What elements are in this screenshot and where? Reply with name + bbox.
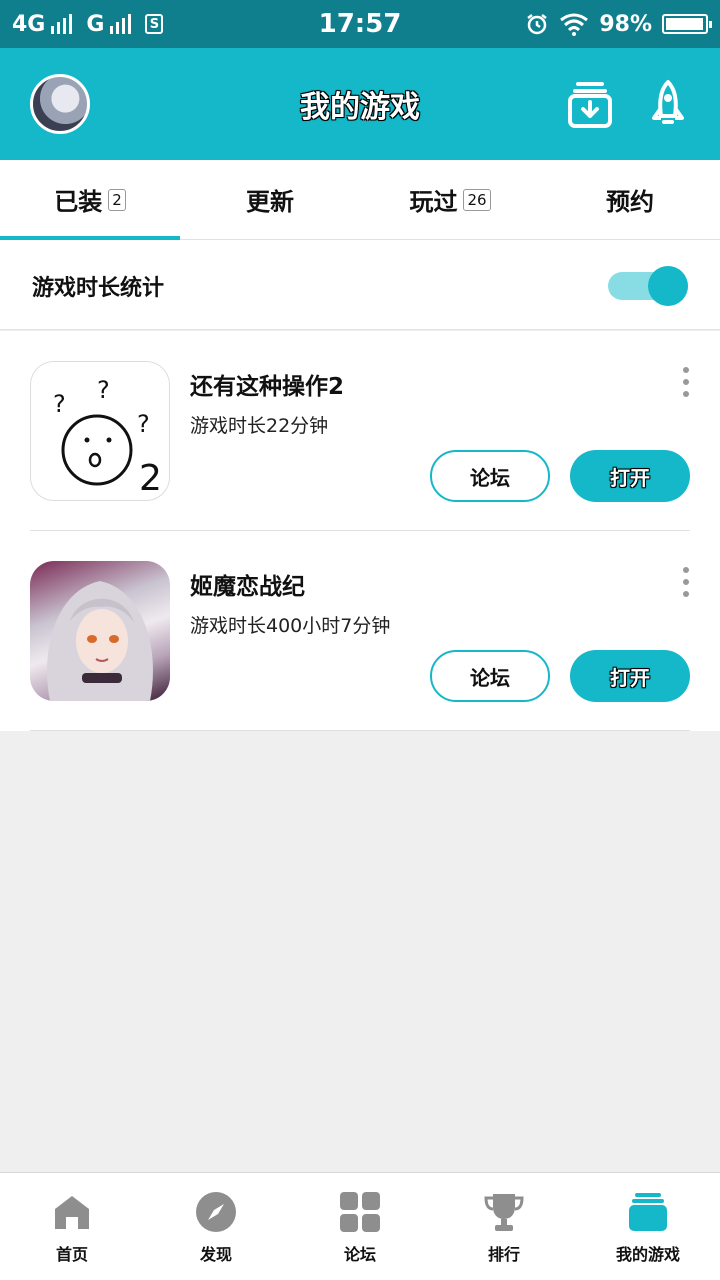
nav-label: 首页 xyxy=(55,1245,88,1264)
rocket-icon xyxy=(652,80,684,124)
trophy-icon xyxy=(484,1194,524,1231)
divider xyxy=(30,730,690,731)
forum-button[interactable]: 论坛 xyxy=(430,450,550,502)
app-header: 我的游戏 xyxy=(0,48,720,160)
list-item: 姬魔恋战纪 游戏时长400小时7分钟 论坛 打开 xyxy=(0,531,720,731)
battery-icon xyxy=(662,14,712,34)
nav-my-games[interactable]: 我的游戏 xyxy=(576,1173,720,1280)
game-name[interactable]: 还有这种操作2 xyxy=(190,367,344,401)
game-icon-art: ? ? ? 2 xyxy=(53,376,162,499)
svg-text:?: ? xyxy=(137,410,150,438)
tab-installed[interactable]: 已装 2 xyxy=(0,160,180,240)
nav-label: 论坛 xyxy=(343,1245,376,1264)
toggle-knob[interactable] xyxy=(648,266,688,306)
status-bar: 4G G S 17:57 98% xyxy=(0,0,720,48)
compass-icon xyxy=(196,1192,236,1232)
battery-fill xyxy=(666,18,704,30)
tab-label: 更新 xyxy=(246,188,294,216)
network-type-2: G xyxy=(86,11,105,37)
game-icon[interactable]: ? ? ? 2 xyxy=(30,361,170,501)
tab-count-badge: 2 xyxy=(108,188,126,211)
grid-icon xyxy=(340,1192,380,1232)
sim-icon: S xyxy=(145,14,164,34)
tab-label: 玩过 xyxy=(409,188,458,216)
tab-label: 已装 xyxy=(54,188,103,216)
my-games-icon xyxy=(629,1193,667,1231)
bottom-navigation: 首页 发现 论坛 排行 我的游戏 xyxy=(0,1172,720,1280)
network-type-1: 4G xyxy=(12,11,46,37)
game-icon[interactable] xyxy=(30,561,170,701)
open-game-button[interactable]: 打开 xyxy=(570,450,690,502)
signal-icon xyxy=(51,14,73,34)
open-game-button[interactable]: 打开 xyxy=(570,650,690,702)
installed-games-list: ? ? ? 2 还有这种操作2 游戏时长22分钟 论坛 打开 姬魔恋战纪 游戏时… xyxy=(0,331,720,731)
game-playtime: 游戏时长400小时7分钟 xyxy=(190,615,391,637)
alarm-icon xyxy=(527,14,548,35)
home-icon xyxy=(55,1196,89,1229)
tab-count-badge: 26 xyxy=(463,188,491,211)
download-manager-button[interactable] xyxy=(566,78,614,130)
playtime-stats-label: 游戏时长统计 xyxy=(32,276,165,301)
nav-label: 发现 xyxy=(199,1245,232,1264)
nav-home[interactable]: 首页 xyxy=(0,1173,144,1280)
game-icon-art xyxy=(47,581,153,701)
list-item: ? ? ? 2 还有这种操作2 游戏时长22分钟 论坛 打开 xyxy=(0,331,720,531)
more-options-icon[interactable] xyxy=(678,567,694,597)
signal-icon-2 xyxy=(110,14,132,34)
nav-label: 我的游戏 xyxy=(615,1245,680,1264)
tab-played[interactable]: 玩过 26 xyxy=(360,160,540,239)
svg-text:2: 2 xyxy=(139,458,162,499)
nav-label: 排行 xyxy=(487,1245,520,1264)
tab-updates[interactable]: 更新 xyxy=(180,160,360,239)
svg-text:?: ? xyxy=(97,376,110,404)
status-left: 4G G S xyxy=(12,11,164,37)
speedup-button[interactable] xyxy=(644,78,692,130)
nav-forum[interactable]: 论坛 xyxy=(288,1173,432,1280)
wifi-icon xyxy=(560,13,589,36)
battery-percent: 98% xyxy=(599,11,652,37)
tab-label: 预约 xyxy=(606,188,654,216)
game-playtime: 游戏时长22分钟 xyxy=(190,415,329,437)
nav-ranking[interactable]: 排行 xyxy=(432,1173,576,1280)
svg-text:?: ? xyxy=(53,390,66,418)
download-icon xyxy=(568,82,612,128)
tab-bar: 已装 2 更新 玩过 26 预约 xyxy=(0,160,720,240)
tab-reserved[interactable]: 预约 xyxy=(540,160,720,239)
forum-button[interactable]: 论坛 xyxy=(430,650,550,702)
status-right: 98% xyxy=(525,11,712,37)
game-name[interactable]: 姬魔恋战纪 xyxy=(190,567,305,601)
more-options-icon[interactable] xyxy=(678,367,694,397)
nav-discover[interactable]: 发现 xyxy=(144,1173,288,1280)
